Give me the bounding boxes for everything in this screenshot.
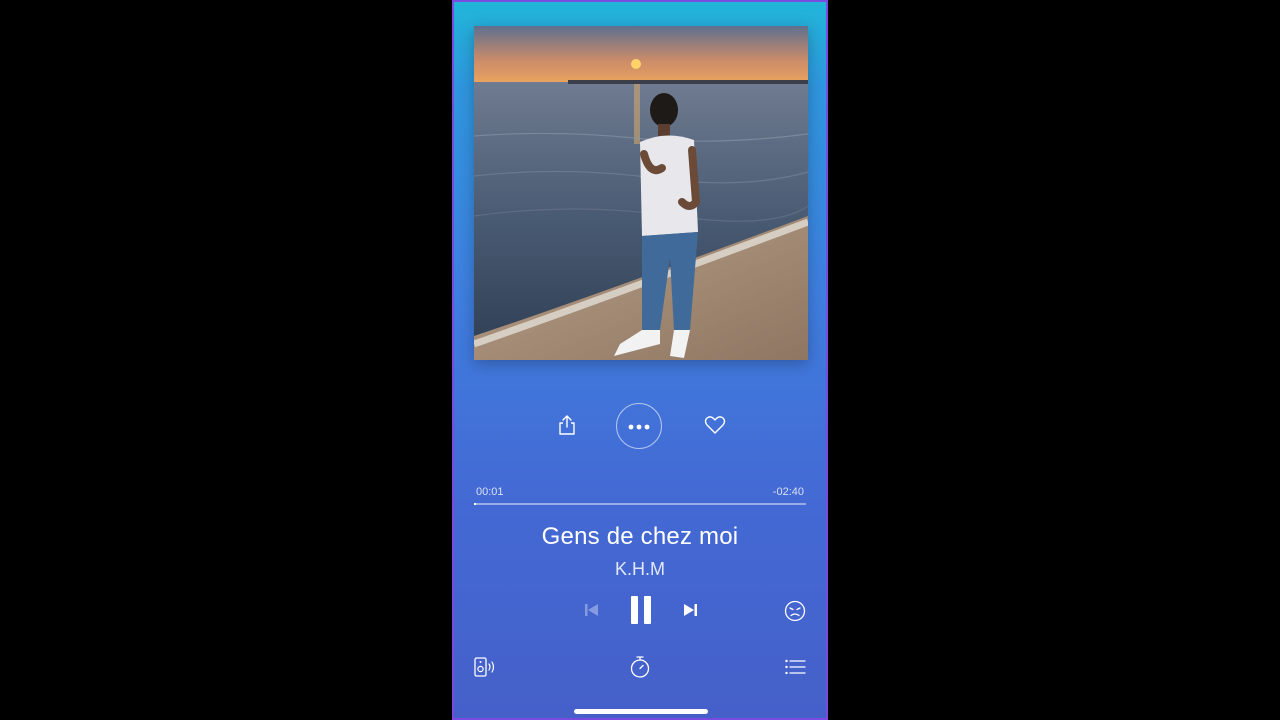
emoji-face-icon [784, 600, 806, 627]
action-row [454, 402, 826, 452]
player-screen: 00:01 -02:40 Gens de chez moi K.H.M [452, 0, 828, 720]
pause-button[interactable] [626, 595, 656, 630]
pause-icon [628, 595, 654, 630]
sleep-timer-icon [629, 655, 651, 684]
progress-bar[interactable] [474, 503, 806, 505]
share-button[interactable] [552, 412, 582, 442]
share-icon [558, 414, 576, 441]
more-options-icon [627, 417, 651, 435]
mood-button[interactable] [782, 600, 808, 626]
track-artist[interactable]: K.H.M [454, 559, 826, 580]
previous-button[interactable] [580, 600, 604, 624]
elapsed-time: 00:01 [476, 486, 504, 498]
output-device-button[interactable] [472, 656, 498, 682]
queue-button[interactable] [782, 656, 808, 682]
more-options-button[interactable] [616, 403, 662, 449]
remaining-time: -02:40 [772, 486, 804, 498]
track-title: Gens de chez moi [541, 523, 739, 550]
next-track-icon [681, 602, 699, 623]
queue-list-icon [784, 658, 806, 681]
previous-track-icon [583, 602, 601, 623]
sleep-timer-button[interactable] [627, 655, 653, 684]
like-button[interactable] [700, 412, 730, 442]
speaker-icon [473, 656, 497, 683]
heart-icon [704, 415, 726, 440]
home-indicator[interactable] [574, 709, 708, 714]
album-art [474, 26, 808, 360]
progress-fill [474, 503, 476, 505]
next-button[interactable] [678, 600, 702, 624]
